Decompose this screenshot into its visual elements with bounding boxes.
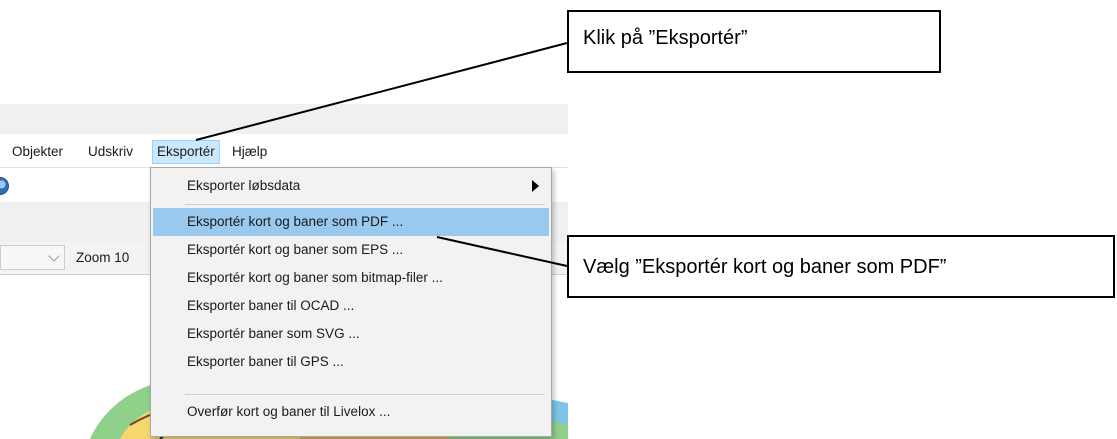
callout-pointer-lines bbox=[195, 42, 568, 267]
pointer-line-to-eksporter bbox=[195, 42, 568, 141]
callout-click-export: Klik på ”Eksportér” bbox=[567, 10, 941, 73]
pointer-line-to-pdf-item bbox=[436, 236, 568, 267]
callout-choose-pdf: Vælg ”Eksportér kort og baner som PDF” bbox=[567, 235, 1115, 298]
